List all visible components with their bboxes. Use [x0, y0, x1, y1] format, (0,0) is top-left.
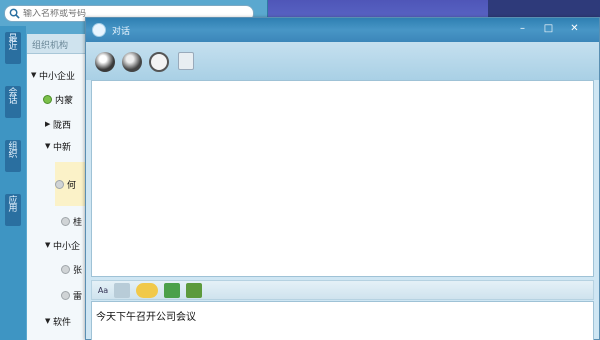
tree-contact-row[interactable]: 张 — [61, 260, 82, 278]
format-toolbar: Aa — [91, 280, 594, 300]
close-icon[interactable]: ✕ — [568, 23, 581, 35]
chat-toolbar — [86, 42, 599, 80]
caret-down-icon[interactable]: ▼ — [45, 241, 53, 249]
text-size-icon[interactable] — [114, 283, 130, 298]
chat-app-icon — [92, 23, 106, 37]
tree-label: 软件 — [53, 317, 72, 328]
tree-label: 陇西 — [53, 120, 72, 131]
tree-label: 张 — [73, 265, 83, 276]
chat-window-title: 对话 — [112, 27, 131, 37]
side-tab-session[interactable]: 会话 — [5, 86, 21, 118]
side-tab-apps[interactable]: 应用 — [5, 194, 21, 226]
tree-label: 内蒙 — [55, 95, 74, 106]
history-clock-icon[interactable] — [149, 52, 169, 72]
message-input-text: 今天下午召开公司会议 — [96, 312, 196, 323]
send-file-icon[interactable] — [178, 52, 194, 70]
side-tab-rail: 最近 会话 组织 应用 — [0, 26, 26, 340]
offline-status-icon — [61, 216, 70, 226]
font-icon[interactable]: Aa — [95, 283, 111, 298]
tree-label: 中新 — [53, 142, 72, 153]
image-icon[interactable] — [164, 283, 180, 298]
screenshot-icon[interactable] — [186, 283, 202, 298]
caret-right-icon[interactable]: ▶ — [45, 120, 53, 128]
emoji-icon[interactable] — [136, 283, 158, 298]
chat-window: 对话 – □ ✕ Aa 今天下午召开公司会议 — [85, 17, 600, 340]
tree-label: 桂 — [73, 217, 83, 228]
tree-group-row[interactable]: ▼ 软件 — [45, 312, 71, 330]
screen-capture-icon[interactable] — [122, 52, 142, 72]
side-tab-recent[interactable]: 最近 — [5, 32, 21, 64]
caret-down-icon[interactable]: ▼ — [45, 142, 53, 150]
tree-group-row[interactable]: ▼ 中新 — [45, 137, 71, 155]
online-status-icon — [43, 94, 52, 104]
tree-group-row[interactable]: ▼ 中小企业 — [31, 66, 75, 84]
tree-contact-row[interactable]: 内蒙 — [43, 90, 73, 108]
maximize-icon[interactable]: □ — [542, 23, 555, 35]
tree-contact-row[interactable]: 雷 — [61, 286, 82, 304]
tree-group-row[interactable]: ▶ 陇西 — [45, 115, 71, 133]
tree-group-row[interactable]: ▼ 中小企 — [45, 236, 80, 254]
file-transfer-icon[interactable] — [95, 52, 115, 72]
offline-status-icon — [61, 264, 70, 274]
minimize-icon[interactable]: – — [516, 23, 529, 35]
tree-label: 中小企 — [53, 241, 81, 252]
caret-down-icon[interactable]: ▼ — [31, 71, 39, 79]
tree-label: 何 — [67, 180, 77, 191]
tree-label: 雷 — [73, 291, 83, 302]
caret-down-icon[interactable]: ▼ — [45, 317, 53, 325]
chat-titlebar[interactable]: 对话 – □ ✕ — [86, 18, 599, 42]
search-icon — [9, 8, 20, 19]
offline-status-icon — [55, 179, 64, 189]
offline-status-icon — [61, 290, 70, 300]
side-tab-organization[interactable]: 组织 — [5, 140, 21, 172]
panel-header-label: 组织机构 — [32, 41, 69, 51]
tree-label: 中小企业 — [39, 71, 76, 82]
message-input-area[interactable]: 今天下午召开公司会议 — [91, 301, 594, 340]
tree-contact-row[interactable]: 桂 — [61, 212, 82, 230]
message-history-area[interactable] — [91, 80, 594, 277]
